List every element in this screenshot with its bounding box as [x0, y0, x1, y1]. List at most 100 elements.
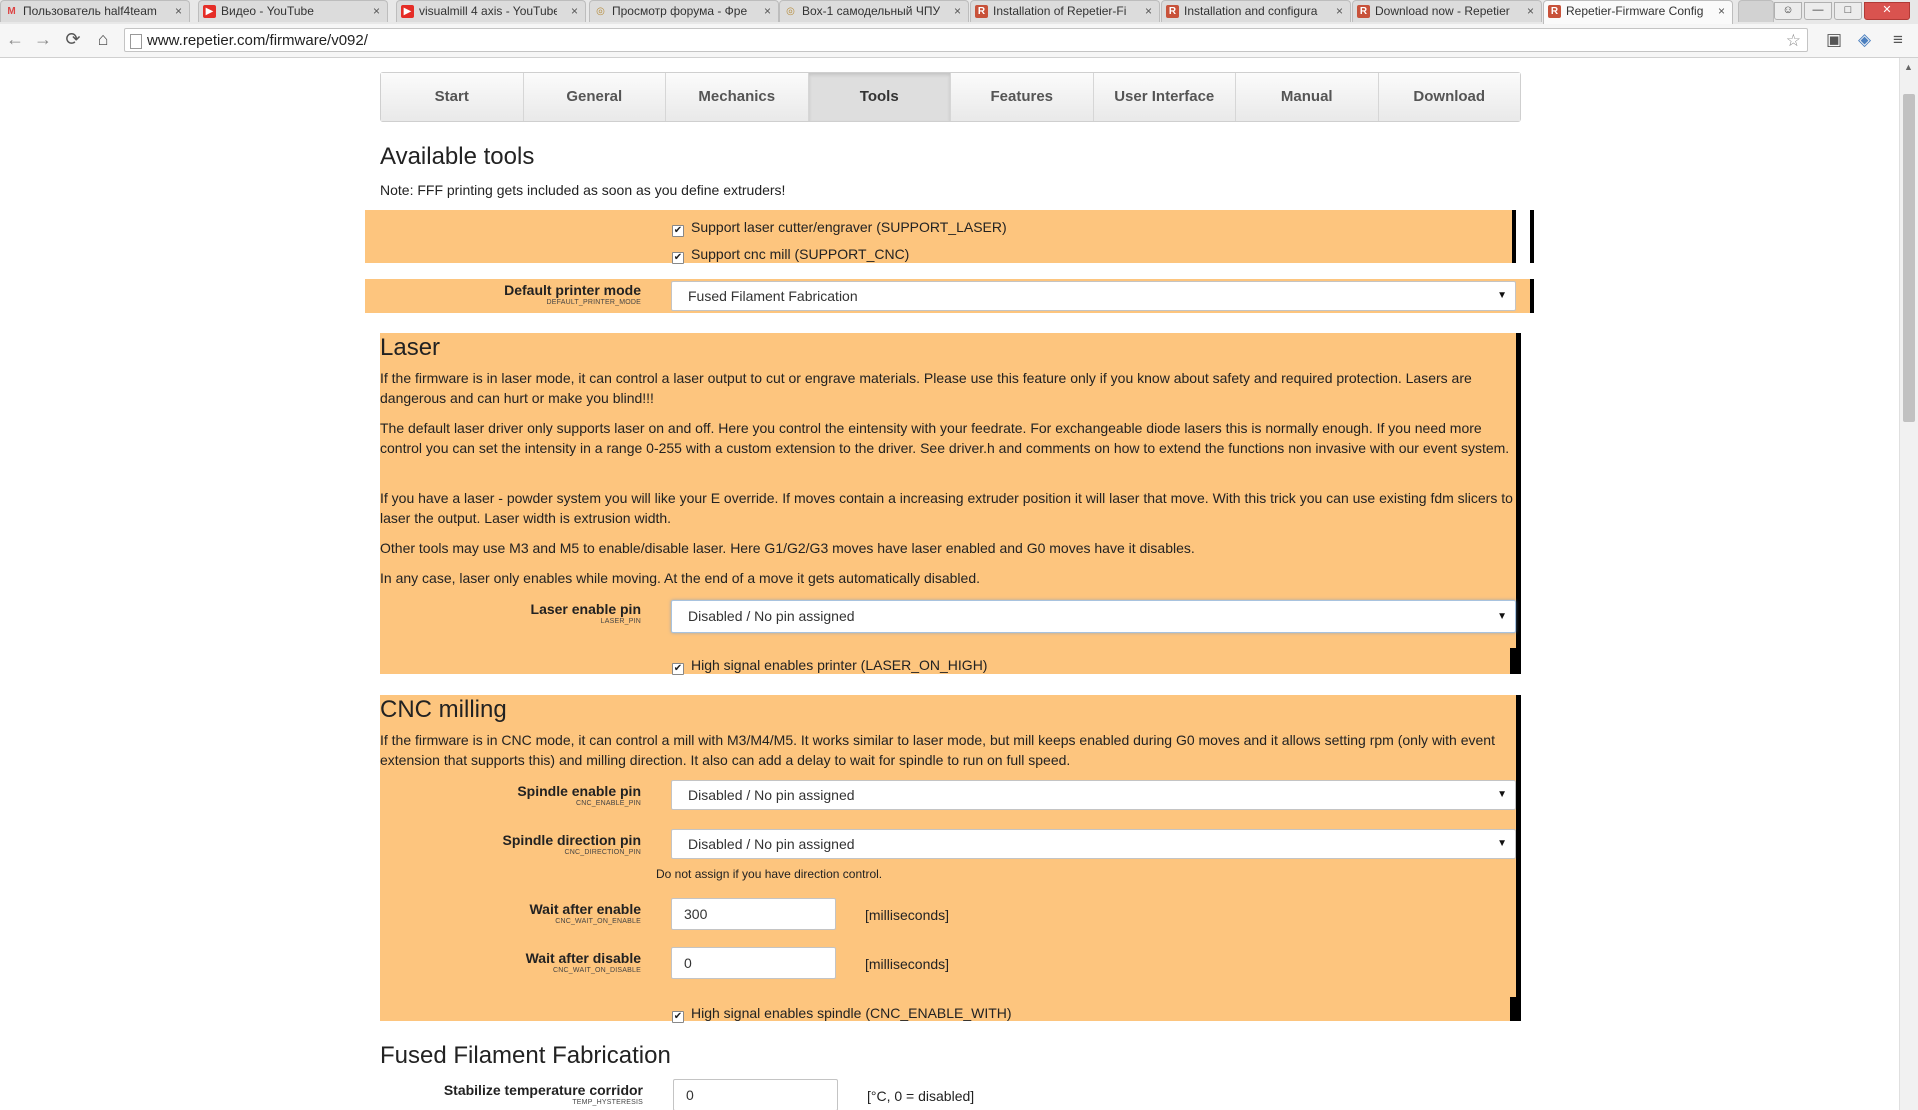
spindle-enable-pin-select[interactable]: Disabled / No pin assigned ▼ [671, 780, 1516, 810]
tab-user-interface[interactable]: User Interface [1093, 73, 1236, 121]
bookmark-star-icon[interactable]: ☆ [1786, 29, 1801, 52]
browser-tab[interactable]: ◎ Просмотр форума - Фре × [589, 0, 779, 22]
tab-close-icon[interactable]: × [1145, 1, 1152, 22]
support-laser-label: Support laser cutter/engraver (SUPPORT_L… [691, 219, 1007, 235]
laser-on-high-option[interactable]: ✔ High signal enables printer (LASER_ON_H… [672, 657, 987, 675]
support-cnc-label: Support cnc mill (SUPPORT_CNC) [691, 246, 910, 262]
panel-edge [1516, 333, 1521, 674]
window-controls: ☺ — □ ✕ [1772, 0, 1910, 20]
panel-edge [1510, 997, 1520, 1021]
address-bar[interactable]: www.repetier.com/firmware/v092/ ☆ [124, 28, 1808, 52]
chevron-down-icon: ▼ [1497, 838, 1507, 849]
tab-close-icon[interactable]: × [571, 1, 578, 22]
tab-close-icon[interactable]: × [373, 1, 380, 22]
tab-download[interactable]: Download [1378, 73, 1520, 121]
chevron-down-icon: ▼ [1497, 290, 1507, 301]
chevron-down-icon: ▼ [1497, 789, 1507, 800]
browser-tab[interactable]: R Installation of Repetier-Fi × [970, 0, 1160, 22]
support-cnc-option[interactable]: ✔ Support cnc mill (SUPPORT_CNC) [672, 246, 909, 264]
spindle-direction-pin-select[interactable]: Disabled / No pin assigned ▼ [671, 829, 1516, 859]
browser-tab[interactable]: ▶ visualmill 4 axis - YouTube × [396, 0, 586, 22]
panel-edge [1530, 279, 1534, 313]
temp-hysteresis-input[interactable]: 0 [673, 1079, 838, 1110]
user-icon[interactable]: ☺ [1774, 2, 1802, 20]
scroll-up-icon[interactable]: ▲ [1904, 62, 1913, 72]
browser-tab-strip: M Пользователь half4team × ▶ Видео - You… [0, 0, 1918, 25]
tab-title: Repetier-Firmware Config [1566, 4, 1704, 18]
repetier-icon: R [975, 5, 988, 18]
browser-tab[interactable]: R Download now - Repetier × [1352, 0, 1542, 22]
tab-manual[interactable]: Manual [1236, 73, 1379, 121]
chevron-down-icon: ▼ [1497, 611, 1507, 622]
spindle-enable-pin-label: Spindle enable pin CNC_ENABLE_PIN [517, 783, 641, 807]
repetier-icon: R [1166, 5, 1179, 18]
tab-general[interactable]: General [523, 73, 666, 121]
wait-after-disable-unit: [milliseconds] [865, 956, 950, 972]
extension-icon[interactable]: ▣ [1826, 30, 1842, 50]
spindle-direction-pin-label: Spindle direction pin CNC_DIRECTION_PIN [502, 832, 641, 856]
tab-features[interactable]: Features [951, 73, 1094, 121]
tab-title: visualmill 4 axis - YouTube [419, 4, 557, 18]
menu-icon[interactable]: ≡ [1893, 30, 1903, 50]
wait-after-enable-unit: [milliseconds] [865, 907, 950, 923]
laser-on-high-checkbox[interactable]: ✔ [672, 663, 684, 675]
tab-close-icon[interactable]: × [1527, 1, 1534, 22]
cnc-paragraph: If the firmware is in CNC mode, it can c… [380, 732, 1495, 768]
gmail-icon: M [7, 6, 16, 17]
new-tab-button[interactable] [1738, 0, 1774, 22]
tab-close-icon[interactable]: × [764, 1, 771, 22]
minimize-icon[interactable]: — [1804, 2, 1832, 20]
laser-enable-pin-label: Laser enable pin LASER_PIN [530, 601, 641, 625]
browser-tab[interactable]: M Пользователь half4team × [0, 0, 190, 22]
cnc-enable-with-checkbox[interactable]: ✔ [672, 1011, 684, 1023]
default-printer-mode-select[interactable]: Fused Filament Fabrication ▼ [671, 281, 1516, 311]
temp-hysteresis-label: Stabilize temperature corridor TEMP_HYST… [443, 1082, 643, 1106]
laser-title: Laser [380, 334, 441, 361]
tab-close-icon[interactable]: × [1718, 1, 1725, 22]
wait-after-enable-label: Wait after enable CNC_WAIT_ON_ENABLE [529, 901, 641, 925]
browser-tab[interactable]: ▶ Видео - YouTube × [198, 0, 388, 22]
tab-start[interactable]: Start [381, 73, 524, 121]
cnc-enable-with-label: High signal enables spindle (CNC_ENABLE_… [691, 1005, 1012, 1021]
tab-mechanics[interactable]: Mechanics [666, 73, 809, 121]
tab-title: Installation and configura [1184, 4, 1318, 18]
browser-tab-active[interactable]: R Repetier-Firmware Config × [1543, 0, 1733, 24]
wait-after-disable-input[interactable]: 0 [671, 947, 836, 979]
support-laser-checkbox[interactable]: ✔ [672, 225, 684, 237]
browser-tab[interactable]: R Installation and configura × [1161, 0, 1351, 22]
fff-note: Note: FFF printing gets included as soon… [380, 182, 786, 198]
close-window-icon[interactable]: ✕ [1864, 2, 1910, 20]
translate-icon[interactable]: ◈ [1858, 30, 1871, 50]
fff-title: Fused Filament Fabrication [380, 1042, 671, 1069]
panel-edge [1510, 648, 1520, 674]
tab-title: Просмотр форума - Фре [612, 4, 748, 18]
tab-tools[interactable]: Tools [808, 73, 951, 121]
forum-icon: ◎ [786, 6, 795, 17]
tab-close-icon[interactable]: × [175, 1, 182, 22]
tab-close-icon[interactable]: × [1336, 1, 1343, 22]
support-laser-option[interactable]: ✔ Support laser cutter/engraver (SUPPORT_… [672, 219, 1007, 237]
laser-paragraph: Other tools may use M3 and M5 to enable/… [380, 540, 1195, 556]
tab-title: Download now - Repetier [1375, 4, 1510, 18]
wait-after-disable-label: Wait after disable CNC_WAIT_ON_DISABLE [525, 950, 641, 974]
config-nav-tabs: Start General Mechanics Tools Features U… [380, 72, 1521, 122]
page-icon [130, 34, 142, 49]
laser-paragraph: The default laser driver only supports l… [380, 420, 1510, 456]
scrollbar-thumb[interactable] [1903, 94, 1915, 422]
support-cnc-checkbox[interactable]: ✔ [672, 252, 684, 264]
page-scrollbar[interactable]: ▲ [1899, 58, 1918, 1110]
page-content: Start General Mechanics Tools Features U… [0, 58, 1900, 1110]
laser-enable-pin-select[interactable]: Disabled / No pin assigned ▼ [671, 600, 1516, 633]
cnc-enable-with-option[interactable]: ✔ High signal enables spindle (CNC_ENABLE… [672, 1005, 1012, 1023]
default-printer-mode-label: Default printer mode DEFAULT_PRINTER_MOD… [504, 282, 641, 306]
tab-title: Box-1 самодельный ЧПУ [802, 4, 940, 18]
browser-tab[interactable]: ◎ Box-1 самодельный ЧПУ × [779, 0, 969, 22]
wait-after-enable-input[interactable]: 300 [671, 898, 836, 930]
reload-icon[interactable]: ⟳ [62, 29, 84, 50]
forward-icon[interactable]: → [32, 29, 54, 50]
home-icon[interactable]: ⌂ [92, 29, 114, 50]
maximize-icon[interactable]: □ [1834, 2, 1862, 20]
tab-title: Пользователь half4team [23, 4, 157, 18]
tab-close-icon[interactable]: × [954, 1, 961, 22]
back-icon[interactable]: ← [4, 29, 26, 50]
